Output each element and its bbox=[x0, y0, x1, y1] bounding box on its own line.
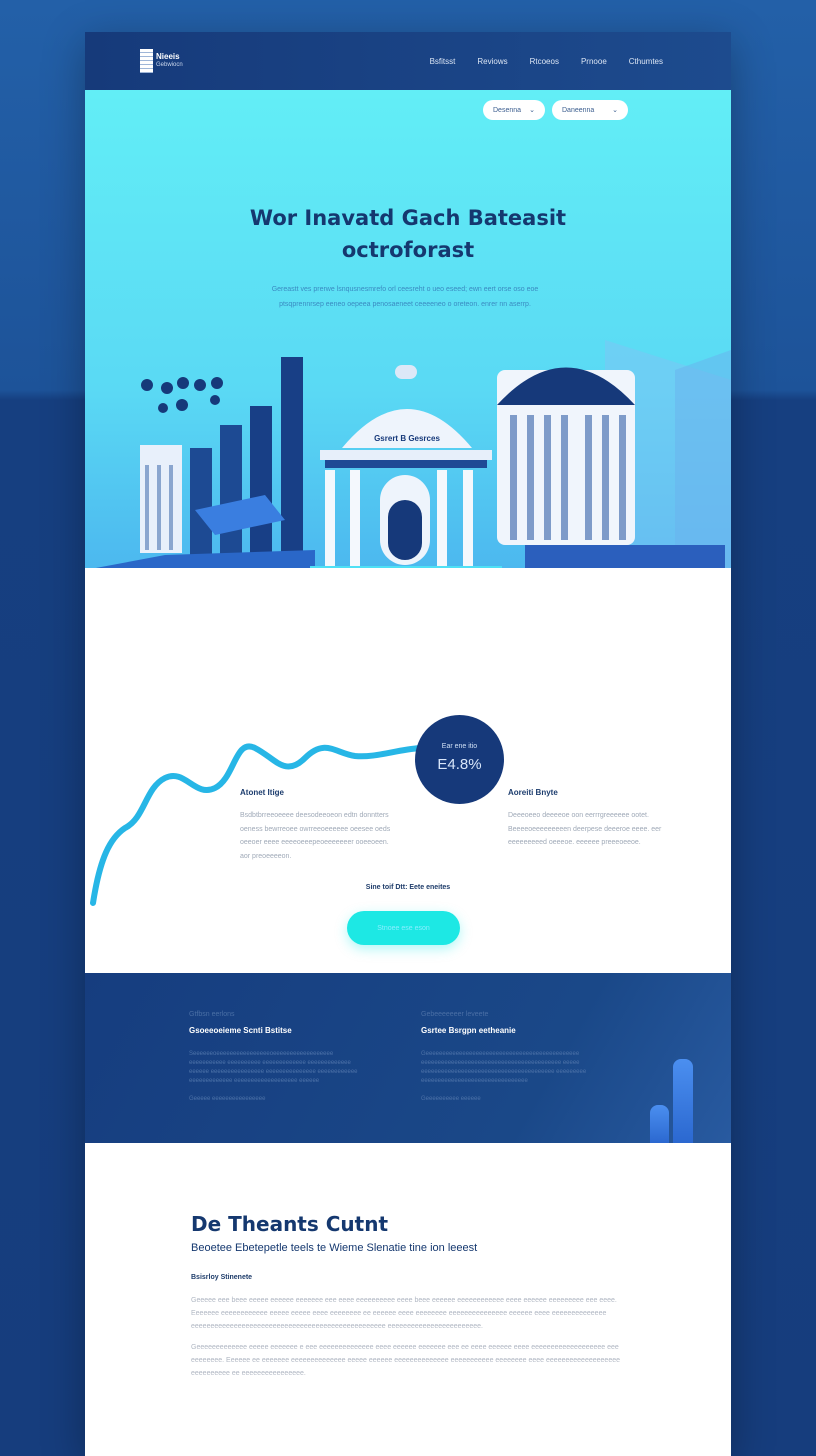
chevron-down-icon: ⌄ bbox=[612, 107, 618, 114]
feature-1-kicker: Gtfbsn eerlons bbox=[189, 1011, 235, 1018]
bar-decoration-tall bbox=[673, 1059, 693, 1143]
content-section: De Theants Cutnt Beoetee Ebetepetle teel… bbox=[85, 1143, 731, 1456]
logo-icon bbox=[140, 49, 153, 73]
stat-value: E4.8% bbox=[437, 756, 482, 773]
content-title: De Theants Cutnt bbox=[191, 1212, 389, 1236]
feature-1-text: Seeeeeeoeeeeeeeeeeeeeeeeoeeeeeeeeeeeeeee… bbox=[189, 1051, 358, 1084]
logo-text: Nieeis Gebwiocn bbox=[156, 52, 183, 70]
dropdown-1-label: Desenna bbox=[493, 106, 522, 114]
cta-tagline: Sine toif Dtt: Eete eneites bbox=[365, 884, 451, 891]
stat-label: Ear ene itio bbox=[441, 743, 478, 750]
feature-2: Gebeeeeeeer leveete Gsrtee Bsrgpn eethea… bbox=[421, 1011, 596, 1102]
bar-decoration-small bbox=[650, 1105, 669, 1143]
bank-illustration: Gsrert B Gesrces bbox=[85, 340, 731, 610]
top-nav-bar: Nieeis Gebwiocn Bsfitsst Reviows Rtcoeos … bbox=[85, 32, 731, 90]
content-subtitle: Beoetee Ebetepetle teels te Wieme Slenat… bbox=[191, 1242, 478, 1254]
right-column-title: Aoreiti Bnyte bbox=[508, 788, 558, 797]
feature-1: Gtfbsn eerlons Gsoeeoeieme Scnti Bstitse… bbox=[189, 1011, 364, 1102]
dropdown-2-label: Daneenna bbox=[562, 106, 595, 114]
stat-circle: Ear ene itio E4.8% bbox=[415, 715, 504, 804]
building-sign: Gsrert B Gesrces bbox=[374, 434, 440, 443]
hero-title-line2: octroforast bbox=[341, 238, 475, 262]
hero-section: Desenna ⌄ Daneenna ⌄ Wor Inavatd Gach Bate… bbox=[85, 90, 731, 610]
stat-column-left: Atonet Itige Bsdbtbrreeoeeee deesodeeoeo… bbox=[240, 788, 395, 863]
content-paragraph-1: Geeeee eee beee eeeee eeeeee eeeeeee eee… bbox=[191, 1297, 617, 1330]
feature-2-text: Geeeeeeeeeeeeeeeeeeeeeeeeeeeeeeeeeeeeeee… bbox=[421, 1051, 587, 1084]
dropdown-1[interactable]: Desenna ⌄ bbox=[483, 100, 545, 120]
main-nav: Bsfitsst Reviows Rtcoeos Prnooe Cthumtes bbox=[430, 57, 663, 66]
hero-title-line1: Wor Inavatd Gach Bateasit bbox=[249, 206, 567, 230]
hero-title: Wor Inavatd Gach Bateasit octroforast bbox=[85, 202, 731, 266]
feature-2-link[interactable]: Geeeeeeeeee eeeeee bbox=[421, 1096, 596, 1102]
content-paragraph-2: Geeeeeeeeeeeee eeeee eeeeeee e eee eeeee… bbox=[191, 1344, 620, 1377]
logo-subtitle: Gebwiocn bbox=[156, 62, 183, 68]
feature-1-title: Gsoeeoeieme Scnti Bstitse bbox=[189, 1026, 292, 1035]
nav-link-5[interactable]: Cthumtes bbox=[629, 57, 663, 66]
nav-link-2[interactable]: Reviows bbox=[477, 57, 507, 66]
feature-2-kicker: Gebeeeeeeer leveete bbox=[421, 1011, 489, 1018]
logo-title: Nieeis bbox=[156, 52, 180, 61]
chevron-down-icon: ⌄ bbox=[529, 107, 535, 114]
dropdown-2[interactable]: Daneenna ⌄ bbox=[552, 100, 628, 120]
nav-link-4[interactable]: Prnooe bbox=[581, 57, 607, 66]
feature-1-link[interactable]: Geeeee eeeeeeeeeeeeeeee bbox=[189, 1096, 364, 1102]
nav-link-3[interactable]: Rtcoeos bbox=[530, 57, 559, 66]
left-column-text: Bsdbtbrreeoeeee deesodeeoeon edtn donntt… bbox=[240, 812, 391, 860]
cta-button[interactable]: Stnoee ese eson bbox=[347, 911, 460, 945]
left-column-title: Atonet Itige bbox=[240, 788, 284, 797]
stat-column-right: Aoreiti Bnyte Deeeoeeo deeeeoe oon eerrr… bbox=[508, 788, 663, 850]
features-section: Gtfbsn eerlons Gsoeeoeieme Scnti Bstitse… bbox=[85, 973, 731, 1143]
logo[interactable]: Nieeis Gebwiocn bbox=[140, 49, 183, 73]
feature-2-title: Gsrtee Bsrgpn eetheanie bbox=[421, 1026, 516, 1035]
right-column-text: Deeeoeeo deeeeoe oon eerrrgreeeeee ootet… bbox=[508, 812, 662, 846]
nav-link-1[interactable]: Bsfitsst bbox=[430, 57, 456, 66]
page-card: Nieeis Gebwiocn Bsfitsst Reviows Rtcoeos … bbox=[85, 32, 731, 1456]
content-label: Bsisrloy Stinenete bbox=[191, 1274, 253, 1281]
people-icons bbox=[141, 377, 223, 413]
